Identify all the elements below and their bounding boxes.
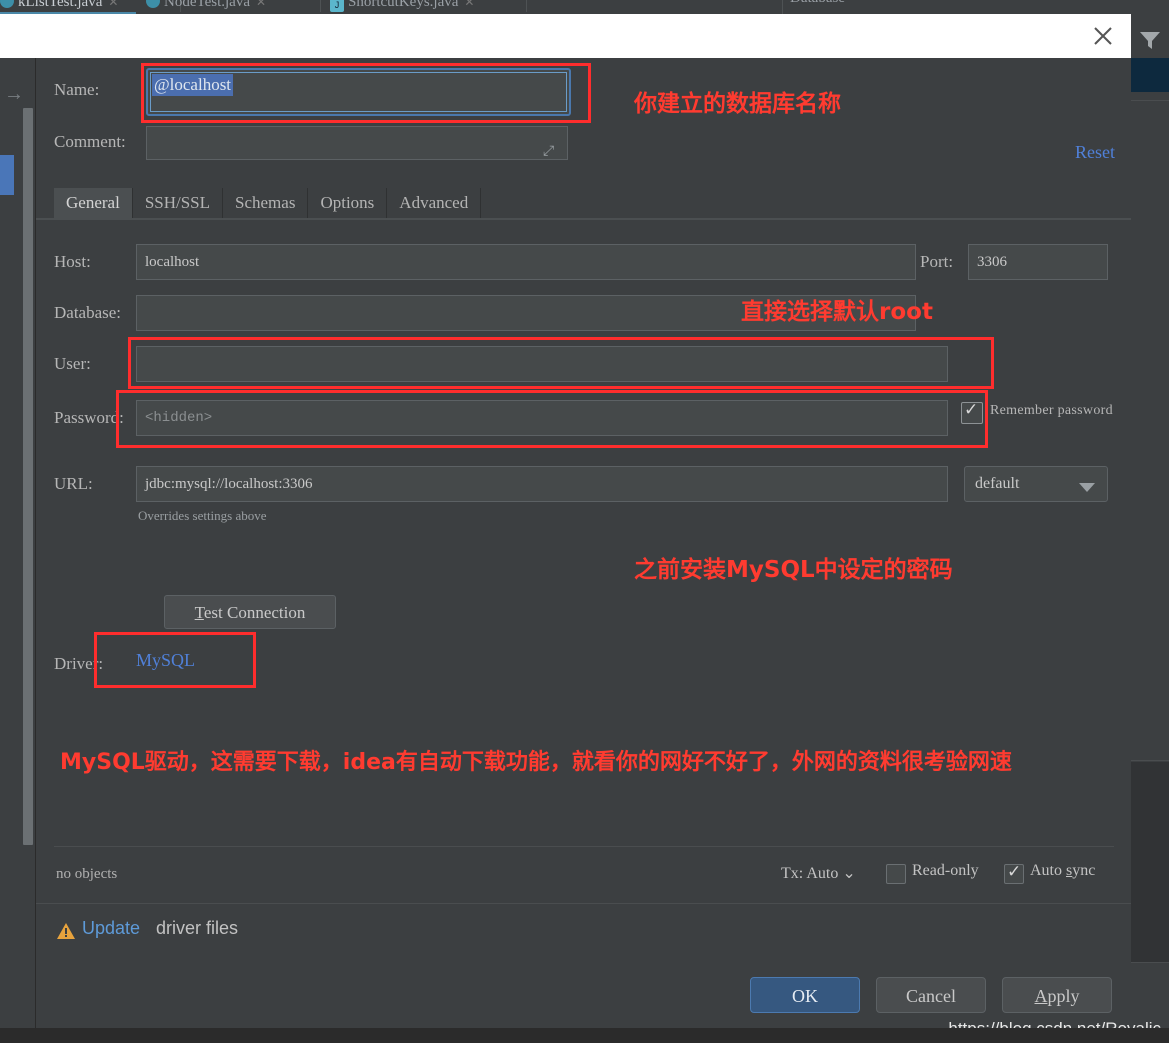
expand-icon[interactable]: ⤢ xyxy=(543,135,559,159)
tab-close-icon[interactable]: ✕ xyxy=(464,0,474,9)
editor-tab-label: ShortcutKeys.java xyxy=(348,0,459,10)
remember-password-checkbox[interactable]: ✓ xyxy=(961,400,983,424)
java-file-icon: J xyxy=(330,0,344,12)
filter-funnel-icon[interactable] xyxy=(1136,28,1164,52)
statusbar: no objects Tx: Auto ⌄ Read-only ✓ Auto s… xyxy=(36,848,1131,903)
no-objects-text: no objects xyxy=(56,866,118,882)
apply-mnemonic: A xyxy=(1034,986,1048,1006)
statusbar-top-divider xyxy=(54,846,1114,847)
database-label: Database: xyxy=(54,303,122,322)
comment-input[interactable]: ⤢ xyxy=(146,126,568,160)
tab-divider xyxy=(320,0,321,12)
url-label: URL: xyxy=(54,474,93,493)
test-connection-label-rest: est Connection xyxy=(203,603,306,622)
apply-label-rest: pply xyxy=(1047,986,1080,1006)
url-input[interactable]: jdbc:mysql://localhost:3306 xyxy=(136,466,948,502)
editor-tab-label: kListTest.java xyxy=(18,0,103,10)
right-selected-item[interactable] xyxy=(1131,58,1169,92)
database-panel-title: Database xyxy=(790,0,845,7)
reset-link[interactable]: Reset xyxy=(1075,142,1115,163)
settings-tabs: General SSH/SSL Schemas Options Advanced xyxy=(54,188,482,218)
driver-value-link[interactable]: MySQL xyxy=(136,650,195,671)
host-label: Host: xyxy=(54,252,91,271)
comment-label: Comment: xyxy=(54,132,126,151)
tx-mode-selector[interactable]: Tx: Auto ⌄ xyxy=(781,863,856,883)
annotation-driver-note: MySQL驱动，这需要下载，idea有自动下载功能，就看你的网好不好了，外网的资… xyxy=(60,750,1012,775)
port-input[interactable]: 3306 xyxy=(968,244,1108,280)
chevron-down-icon: ⌄ xyxy=(842,865,856,882)
java-class-icon xyxy=(146,0,160,8)
password-label: Password: xyxy=(54,408,124,427)
name-label: Name: xyxy=(54,80,100,99)
driver-label: Driver: xyxy=(54,654,104,673)
left-selection-marker xyxy=(0,155,14,195)
read-only-label: Read-only xyxy=(912,862,979,879)
host-input[interactable]: localhost xyxy=(136,244,916,280)
bottom-bar xyxy=(0,1028,1169,1043)
tab-general[interactable]: General xyxy=(54,188,133,218)
ok-button[interactable]: OK xyxy=(750,977,860,1013)
editor-tab-1[interactable]: NodeTest.java ✕ xyxy=(146,0,266,14)
editor-tab-bar: kListTest.java ✕ NodeTest.java ✕ J Shortcut… xyxy=(0,0,1169,14)
user-label: User: xyxy=(54,354,91,373)
update-driver-link[interactable]: Update xyxy=(82,918,140,939)
checkmark-icon: ✓ xyxy=(1007,862,1022,882)
tab-options[interactable]: Options xyxy=(308,188,388,218)
name-input-value: @localhost xyxy=(152,74,234,96)
editor-tab-label: NodeTest.java xyxy=(164,0,251,10)
close-icon[interactable] xyxy=(1089,22,1117,50)
test-connection-button[interactable]: Test Connection xyxy=(164,595,336,629)
checkmark-icon: ✓ xyxy=(964,400,979,420)
read-only-checkbox[interactable] xyxy=(886,864,906,884)
update-driver-rest-text: driver files xyxy=(156,918,239,938)
warnbar-top-divider xyxy=(36,903,1131,904)
driver-warning-bar: Update driver files xyxy=(36,905,1131,959)
auto-sync-mnemonic: s xyxy=(1066,862,1073,879)
name-input[interactable]: @localhost xyxy=(146,68,571,116)
auto-sync-checkbox[interactable]: ✓ xyxy=(1004,862,1024,884)
tab-divider xyxy=(526,0,527,12)
url-hint-text: Overrides settings above xyxy=(138,508,267,523)
tab-schemas[interactable]: Schemas xyxy=(223,188,309,218)
tab-ssh-ssl[interactable]: SSH/SSL xyxy=(132,188,224,218)
apply-button[interactable]: Apply xyxy=(1002,977,1112,1013)
divider xyxy=(1131,962,1169,963)
password-input[interactable]: <hidden> xyxy=(136,400,948,436)
editor-tab-2[interactable]: J ShortcutKeys.java ✕ xyxy=(330,0,474,14)
url-mode-value: default xyxy=(975,475,1020,492)
remember-password-label: Remember password xyxy=(990,403,1113,418)
warning-triangle-icon xyxy=(56,922,76,940)
port-label: Port: xyxy=(920,252,954,271)
tab-close-icon[interactable]: ✕ xyxy=(108,0,118,9)
chevron-down-icon xyxy=(1079,483,1095,492)
scrollbar-thumb[interactable] xyxy=(23,108,33,845)
dialog-titlebar xyxy=(0,14,1131,58)
right-dark-panel xyxy=(1131,762,1169,962)
panel-divider xyxy=(782,0,783,14)
test-connection-mnemonic: T xyxy=(194,603,204,622)
annotation-name-note: 你建立的数据库名称 xyxy=(634,91,841,117)
annotation-root-note: 直接选择默认root xyxy=(741,299,933,325)
port-input-value: 3306 xyxy=(977,254,1007,270)
divider xyxy=(1131,100,1169,101)
general-tab-panel: Host: localhost Port: 3306 Database: 直接选… xyxy=(36,220,1131,940)
cancel-button[interactable]: Cancel xyxy=(876,977,986,1013)
password-placeholder-text: <hidden> xyxy=(145,410,213,426)
host-input-value: localhost xyxy=(145,254,200,270)
tab-close-icon[interactable]: ✕ xyxy=(256,0,266,9)
divider xyxy=(1131,760,1169,761)
annotation-password-note: 之前安装MySQL中设定的密码 xyxy=(634,557,953,583)
tab-advanced[interactable]: Advanced xyxy=(387,188,482,218)
url-input-value: jdbc:mysql://localhost:3306 xyxy=(145,476,313,492)
url-mode-dropdown[interactable]: default xyxy=(964,466,1108,502)
auto-sync-label: Auto sync xyxy=(1030,862,1096,879)
user-input[interactable] xyxy=(136,346,948,382)
java-class-icon xyxy=(0,0,14,8)
data-source-dialog: Name: @localhost 你建立的数据库名称 Reset Comment… xyxy=(36,58,1131,963)
